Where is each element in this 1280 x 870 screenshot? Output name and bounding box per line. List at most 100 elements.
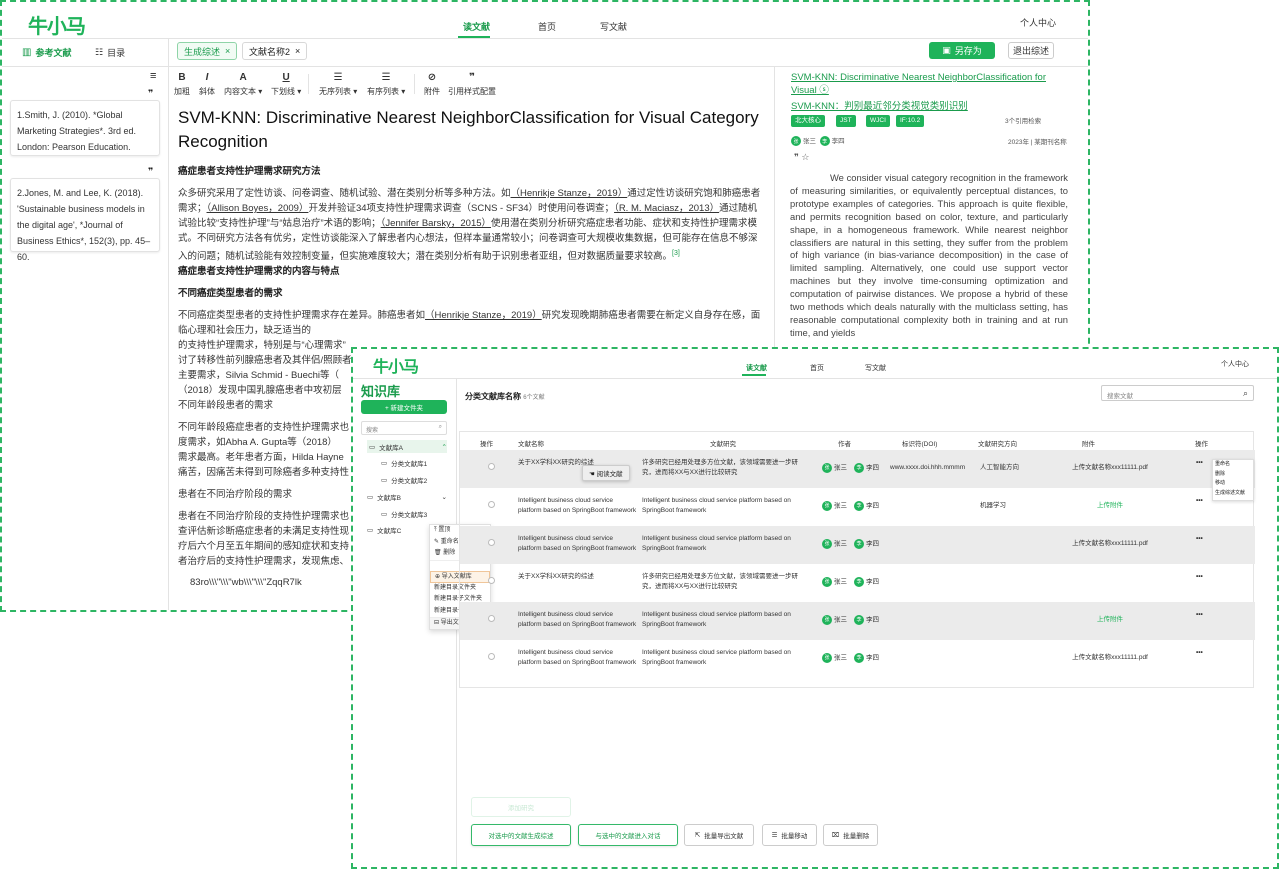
doc-search-input[interactable]: 搜索文献 ⌕ — [1101, 385, 1254, 401]
quote-icon: ❞ — [469, 72, 475, 83]
tag-chip: 北大核心 — [791, 115, 825, 127]
more-icon[interactable]: ••• — [1196, 496, 1203, 506]
paper-title-cn[interactable]: SVM-KNN：判别最近邻分类视觉类别识别 — [791, 98, 968, 112]
tree-item-sub3[interactable]: ▭ 分类文献库3 — [381, 509, 427, 519]
avatar: 李 — [819, 136, 830, 147]
save-as-button[interactable]: ▣ 另存为 — [929, 42, 995, 59]
search-icon[interactable]: ⌕ — [439, 424, 442, 431]
doc-name[interactable]: Intelligent business cloud service platf… — [518, 534, 638, 554]
nav-write[interactable]: 写文献 — [865, 363, 886, 373]
menu-item-generate-review[interactable]: 生成综述文献 — [1215, 489, 1253, 499]
folder-icon: ▭ — [381, 460, 388, 467]
reference-card[interactable]: 1.Smith, J. (2010). *Global Marketing St… — [10, 100, 160, 156]
doc-name[interactable]: Intelligent business cloud service platf… — [518, 648, 638, 668]
quote-icon: ❞ — [148, 88, 154, 98]
app-logo[interactable]: 牛小马 — [373, 353, 419, 377]
close-icon[interactable]: × — [225, 46, 230, 56]
search-icon[interactable]: ⌕ — [1243, 388, 1248, 399]
nav-user-center[interactable]: 个人中心 — [1221, 359, 1249, 369]
more-icon[interactable]: ••• — [1196, 648, 1203, 658]
chat-with-docs-button[interactable]: 与选中的文献进入对话 — [578, 824, 678, 846]
research-direction: 机器学习 — [980, 502, 1006, 509]
doc-name[interactable]: 关于XX学科XX研究的综述 — [518, 572, 638, 582]
underline-button[interactable]: U 下划线 ▾ — [271, 72, 301, 97]
new-folder-button[interactable]: + 新建文件夹 — [361, 400, 447, 414]
move-icon: ☰ — [771, 832, 778, 839]
tree-item-sub2[interactable]: ▭ 分类文献库2 — [381, 475, 427, 485]
attachment[interactable]: 上传文献名称xxx11111.pdf — [1045, 539, 1175, 549]
tab-doc2[interactable]: 文献名称2 × — [242, 42, 308, 60]
attachment[interactable]: 上传文献名称xxx11111.pdf — [1045, 653, 1175, 663]
menu-item-rename[interactable]: 重命名 — [1215, 460, 1253, 470]
tree-item-sub1[interactable]: ▭ 分类文献库1 — [381, 458, 427, 468]
nav-read[interactable]: 读文献 — [463, 20, 490, 33]
exit-review-button[interactable]: 退出综述 — [1008, 42, 1054, 59]
batch-delete-button[interactable]: ⌧ 批量删除 — [823, 824, 878, 846]
unordered-list-button[interactable]: ☰ 无序列表 ▾ — [319, 72, 357, 97]
menu-item-move[interactable]: 移动 — [1215, 479, 1253, 489]
row-checkbox[interactable] — [488, 653, 495, 660]
sidebar-tab-toc[interactable]: ☷ 目录 — [95, 46, 125, 59]
tree-item-library-b[interactable]: ▭ 文献库B ⌄ — [367, 492, 447, 502]
sidebar-tab-references[interactable]: ▥ 参考文献 — [22, 46, 71, 59]
sidebar-search-input[interactable]: 搜索 ⌕ — [361, 421, 447, 435]
table-row[interactable]: Intelligent business cloud service platf… — [460, 602, 1255, 640]
paper-title-en[interactable]: SVM-KNN: Discriminative Nearest Neighbor… — [791, 71, 1071, 97]
close-icon[interactable]: × — [295, 46, 300, 56]
author-1: 张张三 — [822, 577, 847, 588]
batch-export-button[interactable]: ⇱ 批量导出文献 — [684, 824, 754, 846]
toolbar-divider — [2, 66, 1088, 67]
more-icon[interactable]: ••• — [1196, 534, 1203, 544]
chevron-down-icon[interactable]: ⌄ — [442, 493, 447, 501]
more-icon[interactable]: ••• — [1196, 572, 1203, 582]
table-row[interactable]: Intelligent business cloud service platf… — [460, 640, 1255, 678]
nav-home[interactable]: 首页 — [810, 363, 824, 373]
more-icon[interactable]: ••• — [1196, 458, 1203, 468]
table-row[interactable]: Intelligent business cloud service platf… — [460, 526, 1255, 564]
avatar: 张 — [822, 653, 832, 663]
table-row[interactable]: 关于XX学科XX研究的综述 许多研究已经用处理多方位文献，该领域需要进一步研究，进… — [460, 450, 1255, 488]
row-checkbox[interactable] — [488, 539, 495, 546]
quote-star-icons[interactable]: ❞ ☆ — [794, 152, 809, 163]
quote-icon: ❞ — [148, 166, 154, 176]
row-checkbox[interactable] — [488, 463, 495, 470]
app-logo[interactable]: 牛小马 — [28, 10, 86, 39]
tab-review[interactable]: 生成综述 × — [177, 42, 238, 60]
more-icon[interactable]: ••• — [1196, 610, 1203, 620]
attachment[interactable]: 上传附件 — [1045, 501, 1175, 511]
tree-item-library-c[interactable]: ▭ 文献库C — [367, 525, 401, 535]
nav-home[interactable]: 首页 — [538, 20, 556, 33]
text-style-button[interactable]: A 内容文本 ▾ — [224, 72, 262, 97]
read-document-button[interactable]: ☚ 阅读文献 — [582, 465, 630, 481]
author-2: 李李四 — [854, 463, 879, 474]
attachment[interactable]: 上传文献名称xxx11111.pdf — [1045, 463, 1175, 473]
row-checkbox[interactable] — [488, 615, 495, 622]
bold-button[interactable]: B 加粗 — [174, 72, 190, 97]
ordered-list-button[interactable]: ☰ 有序列表 ▾ — [367, 72, 405, 97]
row-checkbox[interactable] — [488, 577, 495, 584]
numbered-list-icon: ☰ — [381, 72, 391, 83]
citation-style-button[interactable]: ❞ 引用样式配置 — [448, 72, 496, 97]
tree-item-library-a[interactable]: ▭ 文献库A ⌃ — [367, 440, 447, 453]
doc-name[interactable]: Intelligent business cloud service platf… — [518, 610, 638, 630]
italic-button[interactable]: I 斜体 — [199, 72, 215, 97]
table-row[interactable]: 关于XX学科XX研究的综述 许多研究已经用处理多方位文献，该领域需要进一步研究，进… — [460, 564, 1255, 602]
row-checkbox[interactable] — [488, 501, 495, 508]
chevron-up-icon[interactable]: ⌃ — [442, 443, 447, 451]
research-direction: 人工智能方向 — [980, 464, 1019, 471]
batch-move-button[interactable]: ☰ 批量移动 — [762, 824, 817, 846]
section-heading: 癌症患者支持性护理需求研究方法 — [178, 166, 321, 177]
reference-card[interactable]: 2.Jones, M. and Lee, K. (2018). 'Sustain… — [10, 178, 160, 262]
menu-icon[interactable]: ≡ — [150, 70, 156, 82]
nav-write[interactable]: 写文献 — [600, 20, 627, 33]
attachment[interactable]: 上传附件 — [1045, 615, 1175, 625]
underline-icon: U — [282, 72, 290, 83]
nav-read[interactable]: 读文献 — [746, 363, 767, 373]
attachment-button[interactable]: ⊘ 附件 — [424, 72, 440, 97]
doc-name[interactable]: Intelligent business cloud service platf… — [518, 496, 638, 516]
menu-item-delete[interactable]: 删除 — [1215, 470, 1253, 480]
generate-review-button[interactable]: 对选中的文献生成综述 — [471, 824, 571, 846]
nav-user-center[interactable]: 个人中心 — [1020, 16, 1056, 29]
author-1: 张张三 — [822, 653, 847, 664]
table-row[interactable]: Intelligent business cloud service platf… — [460, 488, 1255, 526]
